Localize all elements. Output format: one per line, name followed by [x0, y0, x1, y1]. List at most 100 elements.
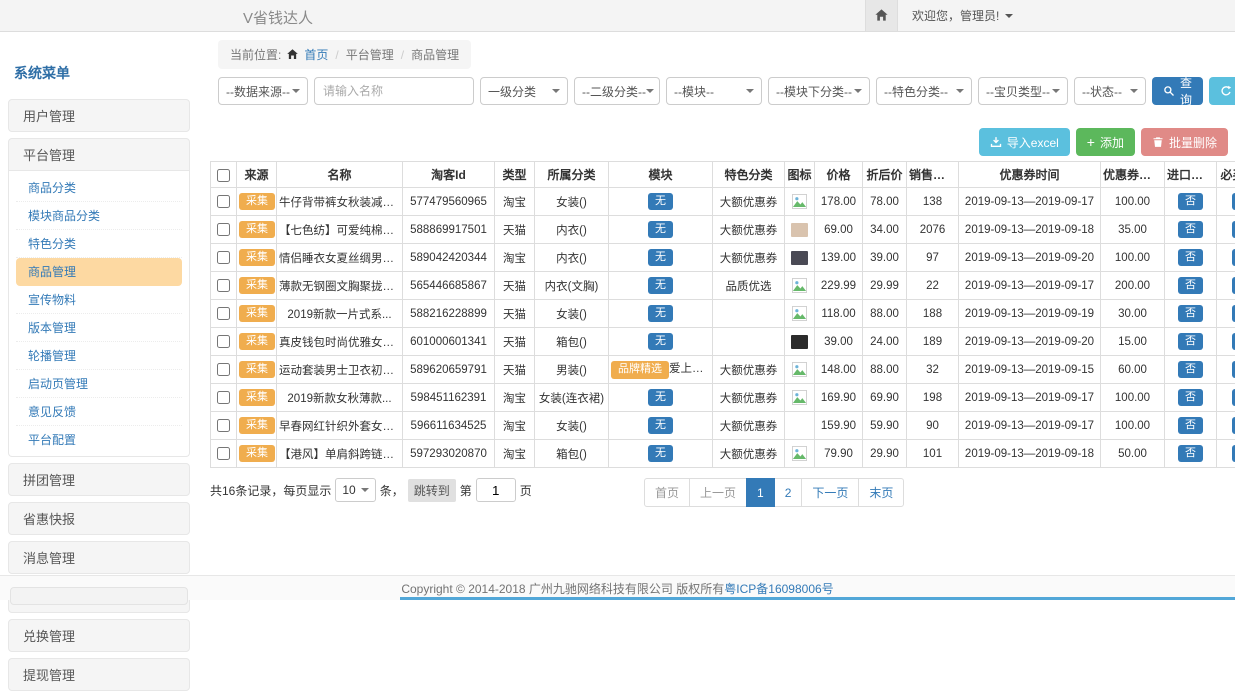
- sidebar-item[interactable]: 模块商品分类: [16, 202, 182, 230]
- sales-count: 97: [907, 244, 959, 272]
- app-title: V省钱达人: [243, 7, 313, 28]
- sidebar-item[interactable]: 商品管理: [16, 258, 182, 286]
- module-cell: 无: [609, 272, 713, 300]
- filter-select[interactable]: --数据来源--: [218, 77, 308, 105]
- sidebar-item[interactable]: 启动页管理: [16, 370, 182, 398]
- page-button[interactable]: 末页: [858, 478, 904, 507]
- page-button[interactable]: 上一页: [689, 478, 747, 507]
- per-page-select[interactable]: 10: [335, 478, 375, 502]
- coupon-time: 2019-09-13—2019-09-15: [959, 356, 1101, 384]
- import-select-toggle[interactable]: 否: [1178, 193, 1203, 211]
- import-select-toggle[interactable]: 否: [1178, 361, 1203, 379]
- import-select-toggle[interactable]: 否: [1178, 389, 1203, 407]
- user-menu[interactable]: 欢迎您，管理员!: [898, 7, 1027, 24]
- taoke-id: 598451162391: [403, 384, 495, 412]
- taoke-id: 565446685867: [403, 272, 495, 300]
- row-checkbox[interactable]: [217, 447, 230, 460]
- filter-select[interactable]: --二级分类--: [574, 77, 660, 105]
- coupon-amount: 60.00: [1101, 356, 1165, 384]
- product-category: 女装(): [535, 300, 609, 328]
- product-type: 淘宝: [495, 440, 535, 468]
- column-header: 必买清单: [1217, 162, 1235, 188]
- import-select-toggle[interactable]: 否: [1178, 445, 1203, 463]
- sidebar-item[interactable]: 商品分类: [16, 174, 182, 202]
- source-badge: 采集: [239, 193, 275, 211]
- row-checkbox[interactable]: [217, 419, 230, 432]
- row-checkbox[interactable]: [217, 363, 230, 376]
- filter-select[interactable]: --特色分类--: [876, 77, 972, 105]
- sidebar-item[interactable]: 平台配置: [16, 426, 182, 453]
- import-select-toggle[interactable]: 否: [1178, 277, 1203, 295]
- import-select-toggle[interactable]: 否: [1178, 305, 1203, 323]
- sidebar-group[interactable]: 用户管理: [8, 99, 190, 132]
- import-select-toggle[interactable]: 否: [1178, 221, 1203, 239]
- page-button[interactable]: 2: [774, 478, 803, 507]
- reset-button[interactable]: 重置: [1209, 77, 1235, 105]
- import-excel-button[interactable]: 导入excel: [979, 128, 1070, 156]
- row-checkbox[interactable]: [217, 335, 230, 348]
- taoke-id: 577479560965: [403, 188, 495, 216]
- product-name: 2019新款一片式系...: [277, 300, 403, 328]
- caret-down-icon: [1130, 89, 1138, 97]
- jump-page-input[interactable]: [476, 478, 516, 502]
- row-checkbox[interactable]: [217, 307, 230, 320]
- row-checkbox[interactable]: [217, 223, 230, 236]
- topbar: V省钱达人 欢迎您，管理员!: [0, 0, 1235, 32]
- sidebar-group[interactable]: 兑换管理: [8, 619, 190, 652]
- row-checkbox[interactable]: [217, 279, 230, 292]
- coupon-amount: 35.00: [1101, 216, 1165, 244]
- breadcrumb-home-link[interactable]: 首页: [304, 46, 328, 63]
- search-button[interactable]: 查询: [1152, 77, 1203, 105]
- product-type: 淘宝: [495, 188, 535, 216]
- sidebar-item[interactable]: 宣传物料: [16, 286, 182, 314]
- filter-select[interactable]: --宝贝类型--: [978, 77, 1068, 105]
- sidebar-group[interactable]: 拼团管理: [8, 463, 190, 496]
- coupon-amount: 100.00: [1101, 384, 1165, 412]
- row-checkbox[interactable]: [217, 195, 230, 208]
- batch-delete-button[interactable]: 批量删除: [1141, 128, 1228, 156]
- product-name: 情侣睡衣女夏丝绸男士...: [277, 244, 403, 272]
- sidebar-item[interactable]: 意见反馈: [16, 398, 182, 426]
- filter-select[interactable]: --模块下分类--: [768, 77, 870, 105]
- sidebar-group[interactable]: 省惠快报: [8, 502, 190, 535]
- module-badge: 品牌精选: [611, 361, 669, 379]
- jump-button[interactable]: 跳转到: [408, 479, 456, 502]
- product-type: 淘宝: [495, 384, 535, 412]
- sidebar-item[interactable]: 轮播管理: [16, 342, 182, 370]
- sidebar-item[interactable]: 特色分类: [16, 230, 182, 258]
- caret-down-icon: [1052, 89, 1060, 97]
- home-button[interactable]: [865, 0, 898, 31]
- breadcrumb-item: 平台管理: [346, 46, 394, 63]
- import-select-toggle[interactable]: 否: [1178, 417, 1203, 435]
- import-select-toggle[interactable]: 否: [1178, 249, 1203, 267]
- source-badge: 采集: [239, 361, 275, 379]
- icp-link[interactable]: 粤ICP备16098006号: [724, 580, 833, 597]
- home-icon: [286, 48, 299, 61]
- filter-select[interactable]: --模块--: [666, 77, 762, 105]
- filter-select[interactable]: --状态--: [1074, 77, 1146, 105]
- discount-price: 34.00: [863, 216, 907, 244]
- module-none-badge: 无: [648, 333, 673, 351]
- row-checkbox[interactable]: [217, 251, 230, 264]
- filter-select[interactable]: 一级分类: [480, 77, 568, 105]
- import-select-toggle[interactable]: 否: [1178, 333, 1203, 351]
- sidebar-group[interactable]: 消息管理: [8, 541, 190, 574]
- row-checkbox[interactable]: [217, 391, 230, 404]
- page-button[interactable]: 首页: [644, 478, 690, 507]
- page-button[interactable]: 下一页: [801, 478, 859, 507]
- sidebar-item[interactable]: 版本管理: [16, 314, 182, 342]
- product-thumbnail: [791, 251, 808, 265]
- column-header: 所属分类: [535, 162, 609, 188]
- price: 178.00: [815, 188, 863, 216]
- name-search-input[interactable]: [314, 77, 474, 105]
- magnifier-icon: [1163, 85, 1175, 97]
- add-button[interactable]: + 添加: [1076, 128, 1135, 156]
- product-category: 箱包(): [535, 440, 609, 468]
- refresh-icon: [1220, 85, 1232, 97]
- page-button[interactable]: 1: [746, 478, 775, 507]
- select-all-checkbox[interactable]: [217, 169, 230, 182]
- sidebar-group[interactable]: 提现管理: [8, 658, 190, 691]
- sidebar-group[interactable]: 平台管理: [8, 138, 190, 171]
- discount-price: 39.00: [863, 244, 907, 272]
- product-name: 牛仔背带裤女秋装减龄...: [277, 188, 403, 216]
